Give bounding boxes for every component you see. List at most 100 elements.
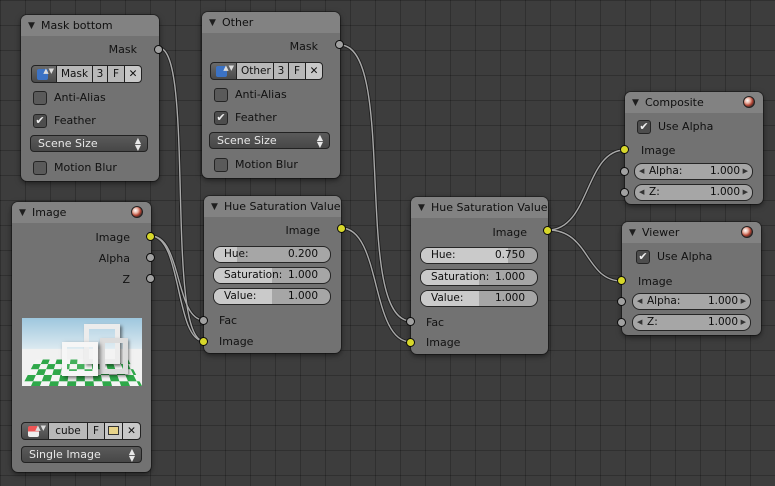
mask-name-field[interactable]: Other xyxy=(236,62,274,80)
motion-blur-checkbox-row[interactable]: Motion Blur xyxy=(33,160,148,176)
render-preview-icon[interactable] xyxy=(741,226,753,238)
image-node[interactable]: ▼ Image Image Alpha Z ▲▼ cube F ✕ Single… xyxy=(12,202,155,472)
value-slider[interactable]: Value: 1.000 xyxy=(420,290,538,307)
unlink-image-button[interactable]: ✕ xyxy=(122,422,141,440)
saturation-slider[interactable]: Saturation: 1.000 xyxy=(213,267,331,284)
use-alpha-checkbox[interactable]: ✔ xyxy=(637,120,651,134)
feather-checkbox-row[interactable]: ✔ Feather xyxy=(33,113,148,129)
hue-saturation-value-node-1[interactable]: ▼ Hue Saturation Value Image Hue: 0.200 … xyxy=(199,196,346,353)
image-datablock-selector[interactable]: ▲▼ cube F ✕ xyxy=(21,422,143,440)
render-preview-icon[interactable] xyxy=(743,96,755,108)
use-alpha-checkbox[interactable]: ✔ xyxy=(636,250,650,264)
decrement-arrow-icon[interactable]: ◀ xyxy=(639,164,644,179)
z-number-field[interactable]: ◀ Z: 1.000 ▶ xyxy=(632,314,751,331)
z-input-socket[interactable] xyxy=(617,318,626,327)
mask-name-field[interactable]: Mask xyxy=(56,65,93,83)
increment-arrow-icon[interactable]: ▶ xyxy=(743,185,748,200)
browse-mask-button[interactable]: ▲▼ xyxy=(210,62,237,80)
feather-checkbox-row[interactable]: ✔ Feather xyxy=(214,110,329,126)
mask-datablock-selector[interactable]: ▲▼ Mask 3 F ✕ xyxy=(31,65,149,83)
alpha-output-socket[interactable] xyxy=(146,253,155,262)
node-editor-canvas[interactable]: ▼ Mask bottom Mask ▲▼ Mask 3 F ✕ Anti-Al… xyxy=(0,0,775,486)
mask-users-count[interactable]: 3 xyxy=(92,65,108,83)
value-slider[interactable]: Value: 1.000 xyxy=(213,288,331,305)
link-hsv1-to-hsv2-image xyxy=(339,226,413,344)
anti-alias-checkbox-row[interactable]: Anti-Alias xyxy=(214,87,329,103)
anti-alias-checkbox[interactable] xyxy=(214,88,228,102)
image-input-socket[interactable] xyxy=(199,337,208,346)
motion-blur-checkbox-row[interactable]: Motion Blur xyxy=(214,157,329,173)
image-source-dropdown[interactable]: Single Image ▲ ▼ xyxy=(21,446,142,463)
feather-checkbox[interactable]: ✔ xyxy=(33,114,47,128)
input-socket-label: Image xyxy=(641,144,676,157)
decrement-arrow-icon[interactable]: ◀ xyxy=(639,185,644,200)
image-input-socket[interactable] xyxy=(406,338,415,347)
alpha-number-field[interactable]: ◀ Alpha: 1.000 ▶ xyxy=(632,293,751,310)
feather-checkbox[interactable]: ✔ xyxy=(214,111,228,125)
collapse-triangle-icon[interactable]: ▼ xyxy=(19,203,26,224)
viewer-node-header[interactable]: ▼ Viewer xyxy=(622,222,761,243)
composite-node[interactable]: ▼ Composite ✔ Use Alpha Image ◀ Alpha: 1… xyxy=(620,92,763,204)
increment-arrow-icon[interactable]: ▶ xyxy=(741,294,746,309)
node-title: Composite xyxy=(645,96,704,109)
collapse-triangle-icon[interactable]: ▼ xyxy=(28,16,35,37)
browse-image-button[interactable]: ▲▼ xyxy=(21,422,49,440)
hue-slider[interactable]: Hue: 0.200 xyxy=(213,246,331,263)
other-node-header[interactable]: ▼ Other xyxy=(202,12,340,33)
hue-slider[interactable]: Hue: 0.750 xyxy=(420,247,538,264)
decrement-arrow-icon[interactable]: ◀ xyxy=(637,294,642,309)
use-alpha-checkbox-row[interactable]: ✔ Use Alpha xyxy=(637,119,752,135)
increment-arrow-icon[interactable]: ▶ xyxy=(741,315,746,330)
hsv1-node-header[interactable]: ▼ Hue Saturation Value xyxy=(204,196,341,217)
render-preview-icon[interactable] xyxy=(131,206,143,218)
decrement-arrow-icon[interactable]: ◀ xyxy=(637,315,642,330)
image-name-field[interactable]: cube xyxy=(48,422,88,440)
increment-arrow-icon[interactable]: ▶ xyxy=(743,164,748,179)
collapse-triangle-icon[interactable]: ▼ xyxy=(211,197,218,218)
size-mode-dropdown[interactable]: Scene Size ▲ ▼ xyxy=(209,132,330,149)
saturation-slider[interactable]: Saturation: 1.000 xyxy=(420,269,538,286)
unlink-mask-button[interactable]: ✕ xyxy=(124,65,142,83)
alpha-input-socket[interactable] xyxy=(617,297,626,306)
image-output-socket[interactable] xyxy=(543,226,552,235)
fake-user-button[interactable]: F xyxy=(288,62,306,80)
collapse-triangle-icon[interactable]: ▼ xyxy=(209,13,216,34)
alpha-number-field[interactable]: ◀ Alpha: 1.000 ▶ xyxy=(634,163,753,180)
fac-input-socket[interactable] xyxy=(406,317,415,326)
mask-output-socket[interactable] xyxy=(335,40,344,49)
fake-user-button[interactable]: F xyxy=(107,65,125,83)
mask-output-socket[interactable] xyxy=(154,45,163,54)
open-file-icon[interactable] xyxy=(104,422,123,440)
other-mask-node[interactable]: ▼ Other Mask ▲▼ Other 3 F ✕ Anti-Alias ✔… xyxy=(202,12,344,178)
viewer-node[interactable]: ▼ Viewer ✔ Use Alpha Image ◀ Alpha: 1.00… xyxy=(617,222,761,335)
collapse-triangle-icon[interactable]: ▼ xyxy=(632,93,639,114)
image-input-socket[interactable] xyxy=(617,276,626,285)
browse-mask-button[interactable]: ▲▼ xyxy=(31,65,57,83)
collapse-triangle-icon[interactable]: ▼ xyxy=(629,223,636,244)
z-input-socket[interactable] xyxy=(620,188,629,197)
motion-blur-checkbox[interactable] xyxy=(214,158,228,172)
mask-datablock-selector[interactable]: ▲▼ Other 3 F ✕ xyxy=(210,62,330,80)
mask-bottom-node-header[interactable]: ▼ Mask bottom xyxy=(21,15,159,36)
image-input-socket[interactable] xyxy=(620,145,629,154)
image-node-header[interactable]: ▼ Image xyxy=(12,202,151,223)
mask-users-count[interactable]: 3 xyxy=(273,62,289,80)
alpha-input-socket[interactable] xyxy=(620,167,629,176)
unlink-mask-button[interactable]: ✕ xyxy=(305,62,323,80)
image-output-socket[interactable] xyxy=(337,224,346,233)
z-output-socket[interactable] xyxy=(146,274,155,283)
motion-blur-checkbox[interactable] xyxy=(33,161,47,175)
fake-user-button[interactable]: F xyxy=(87,422,105,440)
image-output-socket[interactable] xyxy=(146,232,155,241)
hue-saturation-value-node-2[interactable]: ▼ Hue Saturation Value Image Hue: 0.750 … xyxy=(406,197,552,354)
fac-input-socket[interactable] xyxy=(199,316,208,325)
mask-bottom-node[interactable]: ▼ Mask bottom Mask ▲▼ Mask 3 F ✕ Anti-Al… xyxy=(21,15,163,181)
anti-alias-checkbox[interactable] xyxy=(33,91,47,105)
use-alpha-checkbox-row[interactable]: ✔ Use Alpha xyxy=(636,249,751,265)
size-mode-dropdown[interactable]: Scene Size ▲ ▼ xyxy=(30,135,148,152)
anti-alias-checkbox-row[interactable]: Anti-Alias xyxy=(33,90,148,106)
z-number-field[interactable]: ◀ Z: 1.000 ▶ xyxy=(634,184,753,201)
hsv2-node-header[interactable]: ▼ Hue Saturation Value xyxy=(411,197,548,218)
composite-node-header[interactable]: ▼ Composite xyxy=(625,92,763,113)
collapse-triangle-icon[interactable]: ▼ xyxy=(418,198,425,219)
